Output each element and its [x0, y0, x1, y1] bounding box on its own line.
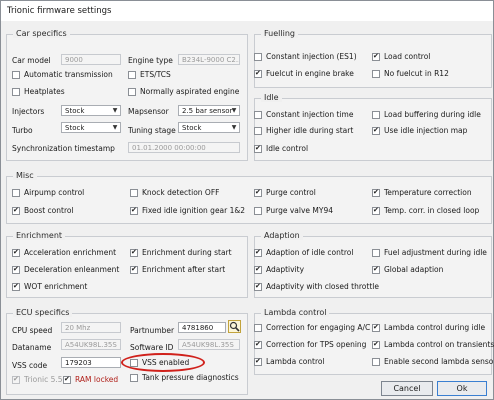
misc-group: Misc	[6, 171, 492, 224]
software-id-label: Software ID	[130, 343, 174, 352]
group-caption: ECU specifics	[13, 308, 73, 317]
magnifier-icon[interactable]	[228, 320, 241, 333]
cpu-speed-field: 20 Mhz	[61, 322, 121, 333]
turbo-select[interactable]: Stock ▼	[61, 122, 121, 133]
group-caption: Car specifics	[13, 29, 70, 38]
vss-code-field[interactable]: 179203	[61, 357, 121, 368]
mapsensor-label: Mapsensor	[128, 107, 169, 116]
chevron-down-icon: ▼	[112, 107, 118, 114]
window-title: Trionic firmware settings	[7, 6, 112, 16]
cpu-speed-label: CPU speed	[12, 326, 53, 335]
chevron-down-icon: ▼	[112, 124, 118, 131]
injectors-select[interactable]: Stock ▼	[61, 105, 121, 116]
turbo-label: Turbo	[12, 126, 33, 135]
group-caption: Lambda control	[261, 308, 330, 317]
mapsensor-select[interactable]: 2.5 bar sensor ▼	[178, 105, 240, 116]
group-caption: Adaption	[261, 231, 303, 240]
tuning-stage-select[interactable]: Stock ▼	[178, 122, 240, 133]
partnumber-label: Partnumber	[130, 326, 175, 335]
cancel-button[interactable]: Cancel	[381, 381, 433, 396]
group-caption: Idle	[261, 93, 282, 102]
chevron-down-icon: ▼	[231, 107, 237, 114]
fuelling-group: Fuelling	[254, 29, 492, 88]
sync-timestamp-label: Synchronization timestamp	[12, 144, 115, 153]
ok-button[interactable]: Ok	[437, 381, 487, 396]
injectors-label: Injectors	[12, 107, 45, 116]
group-caption: Misc	[13, 171, 37, 180]
vss-code-label: VSS code	[12, 361, 48, 370]
car-model-field: 9000	[61, 54, 121, 65]
group-caption: Fuelling	[261, 29, 298, 38]
title-bar: Trionic firmware settings	[1, 1, 493, 21]
dataname-label: Dataname	[12, 343, 52, 352]
highlight-ellipse	[121, 353, 205, 372]
chevron-down-icon: ▼	[231, 124, 237, 131]
sync-timestamp-field: 01.01.2000 00:00:00	[128, 142, 240, 153]
engine-type-field: B234L-9000 C2...	[178, 54, 240, 65]
dataname-field: A54UK98L.35S	[61, 339, 121, 350]
software-id-field: A54UK98L.35S	[178, 339, 240, 350]
partnumber-field[interactable]: 4781860	[178, 322, 226, 333]
car-model-label: Car model	[12, 56, 51, 65]
settings-window: Trionic firmware settings Car specifics …	[0, 0, 494, 400]
tuning-stage-label: Tuning stage	[128, 126, 176, 135]
group-caption: Enrichment	[13, 231, 66, 240]
engine-type-label: Engine type	[128, 56, 173, 65]
